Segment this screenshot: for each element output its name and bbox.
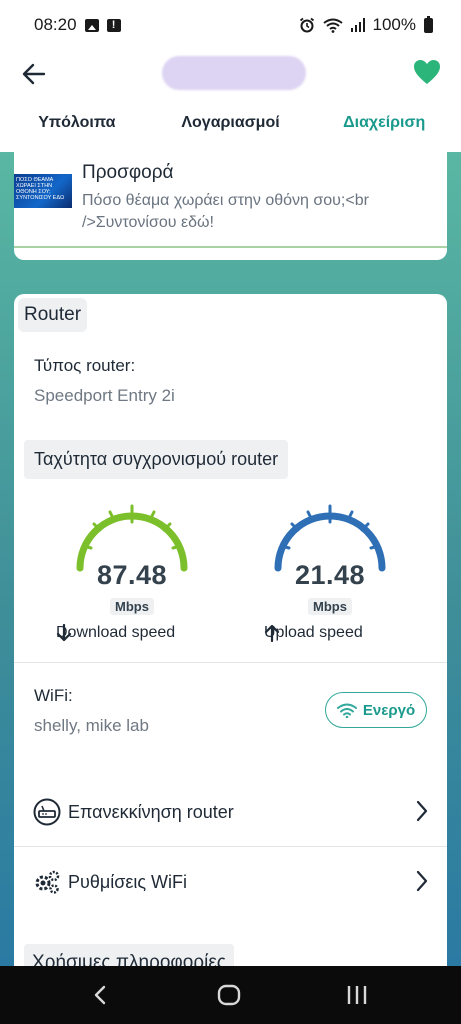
download-speed-value: 87.48 — [96, 560, 168, 590]
status-bar: 08:20 ! 100% — [0, 0, 461, 50]
nav-recents-icon[interactable] — [342, 980, 372, 1010]
chevron-right-icon — [416, 800, 428, 822]
download-speed-unit: Mbps — [110, 598, 154, 615]
status-time: 08:20 — [34, 15, 77, 34]
download-caption-text: Download speed — [56, 624, 176, 641]
restart-router-label: Επανεκκίνηση router — [68, 801, 234, 822]
download-gauge: 87.48 Mbps Download speed — [56, 502, 202, 652]
tab-management[interactable]: Διαχείριση — [307, 104, 461, 144]
wifi-networks: shelly, mike lab — [34, 716, 149, 735]
download-caption: Download speed — [56, 624, 175, 642]
wifi-settings-row[interactable]: Ρυθμίσεις WiFi — [14, 850, 447, 914]
nav-home-icon[interactable] — [214, 980, 244, 1010]
wifi-status-badge[interactable]: Ενεργό — [325, 692, 427, 728]
content-area: ΠΟΣΟ ΘΕΑΜΑ ΧΩΡΑΕΙ ΣΤΗΝ ΟΘΟΝΗ ΣΟΥ; ΣΥΝΤΟΝ… — [0, 152, 461, 966]
sync-speed-heading: Ταχύτητα συγχρονισμού router — [24, 440, 289, 479]
alarm-icon — [299, 17, 314, 33]
system-nav-bar — [0, 966, 461, 1024]
router-icon — [32, 797, 62, 827]
back-arrow-icon[interactable] — [20, 60, 48, 88]
wifi-icon — [336, 703, 357, 718]
arrow-down-icon — [56, 624, 72, 642]
useful-info-heading: Χρήσιμες πληροφορίες — [24, 944, 234, 966]
wifi-label: WiFi: — [34, 686, 73, 705]
upload-gauge: 21.48 Mbps Upload speed — [264, 502, 400, 652]
divider — [14, 662, 447, 663]
download-speed-unit-wrap: Mbps — [72, 598, 192, 616]
upload-caption: Upload speed — [264, 624, 363, 642]
redacted-title — [162, 56, 306, 90]
upload-speed-unit-wrap: Mbps — [270, 598, 390, 616]
wifi-signal-icon — [322, 18, 343, 33]
arrow-up-icon — [264, 624, 280, 642]
chevron-right-icon — [416, 870, 428, 892]
promo-image: ΠΟΣΟ ΘΕΑΜΑ ΧΩΡΑΕΙ ΣΤΗΝ ΟΘΟΝΗ ΣΟΥ; ΣΥΝΤΟΝ… — [14, 174, 72, 208]
promo-divider — [14, 246, 447, 248]
tab-bar: Υπόλοιπα Λογαριασμοί Διαχείριση — [0, 104, 461, 144]
wifi-settings-label: Ρυθμίσεις WiFi — [68, 871, 188, 892]
useful-info-card: Χρήσιμες πληροφορίες — [14, 934, 447, 966]
app-bar — [0, 50, 461, 98]
promo-card[interactable]: ΠΟΣΟ ΘΕΑΜΑ ΧΩΡΑΕΙ ΣΤΗΝ ΟΘΟΝΗ ΣΟΥ; ΣΥΝΤΟΝ… — [14, 152, 447, 260]
upload-speed-unit: Mbps — [308, 598, 352, 615]
alert-notification-icon: ! — [106, 18, 121, 32]
restart-router-row[interactable]: Επανεκκίνηση router — [14, 780, 447, 844]
router-type-value: Speedport Entry 2i — [34, 386, 175, 405]
divider — [14, 846, 447, 847]
image-notification-icon — [84, 18, 99, 32]
upload-speed-value: 21.48 — [294, 560, 366, 590]
battery-icon — [424, 15, 433, 33]
heart-icon[interactable] — [412, 58, 442, 86]
battery-percent: 100% — [372, 15, 416, 34]
router-heading: Router — [18, 298, 88, 332]
promo-title: Προσφορά — [82, 162, 174, 183]
promo-text: Πόσο θέαμα χωράει στην οθόνη σου;<br />Σ… — [82, 192, 369, 231]
router-type-label: Τύπος router: — [34, 356, 136, 375]
cell-signal-icon — [350, 18, 365, 32]
gears-icon — [32, 867, 62, 897]
wifi-status-text: Ενεργό — [362, 701, 416, 719]
router-card: Router Τύπος router: Speedport Entry 2i … — [14, 294, 447, 966]
tab-accounts[interactable]: Λογαριασμοί — [154, 104, 308, 144]
tab-balances[interactable]: Υπόλοιπα — [0, 104, 154, 144]
nav-back-icon[interactable] — [86, 980, 116, 1010]
